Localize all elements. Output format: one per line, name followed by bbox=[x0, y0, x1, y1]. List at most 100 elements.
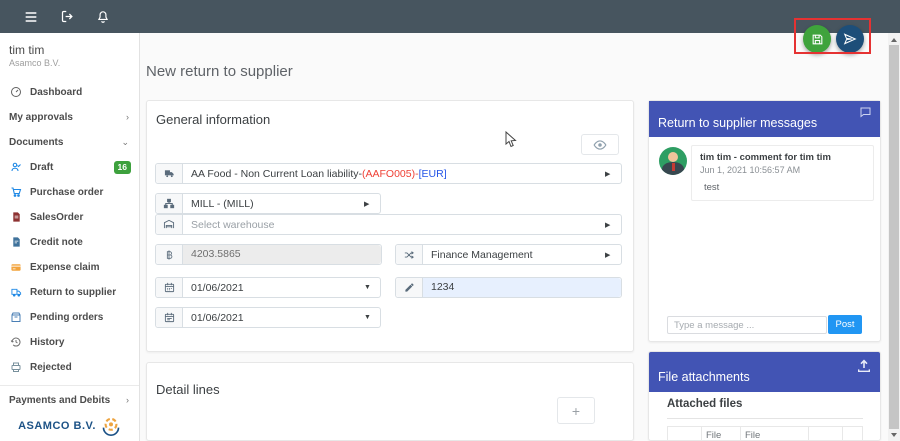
pending-orders-icon bbox=[9, 310, 23, 324]
history-clock-icon bbox=[9, 335, 23, 349]
caret-right-icon: ▶ bbox=[605, 170, 621, 178]
add-detail-line-button[interactable]: + bbox=[557, 397, 595, 424]
save-button[interactable] bbox=[803, 25, 831, 53]
category-select[interactable]: Finance Management ▶ bbox=[395, 244, 622, 265]
notifications-button[interactable] bbox=[90, 4, 116, 30]
vertical-scrollbar[interactable] bbox=[888, 33, 900, 441]
supplier-select[interactable]: AA Food - Non Current Loan liability-(AA… bbox=[155, 163, 622, 184]
logout-button[interactable] bbox=[54, 4, 80, 30]
warehouse-icon bbox=[156, 215, 183, 234]
company-logo-text: ASAMCO B.V. bbox=[18, 420, 96, 432]
sidebar-item-label: Draft bbox=[30, 162, 53, 173]
sidebar-item-purchase-order[interactable]: Purchase order bbox=[0, 181, 139, 203]
caret-right-icon: ▶ bbox=[605, 221, 621, 229]
message-input[interactable] bbox=[667, 316, 827, 334]
scroll-up-arrow-icon[interactable] bbox=[891, 38, 897, 42]
due-date-value: 01/06/2021 bbox=[183, 312, 364, 324]
department-select[interactable]: MILL - (MILL) ▶ bbox=[155, 193, 381, 214]
sales-document-icon bbox=[9, 210, 23, 224]
divider bbox=[667, 418, 863, 419]
caret-down-icon: ▼ bbox=[364, 314, 380, 321]
sidebar-item-label: Expense claim bbox=[30, 262, 99, 273]
caret-right-icon: ▶ bbox=[364, 200, 380, 208]
upload-icon[interactable] bbox=[856, 358, 872, 374]
messages-panel: Return to supplier messages tim tim - co… bbox=[648, 100, 881, 342]
company-logo-emblem-icon bbox=[101, 416, 121, 436]
detail-lines-title: Detail lines bbox=[156, 382, 220, 397]
post-button[interactable]: Post bbox=[828, 315, 862, 334]
sidebar-item-label: Rejected bbox=[30, 362, 72, 373]
save-disk-icon bbox=[811, 33, 824, 46]
table-header-cell: File bbox=[741, 426, 809, 441]
sidebar-item-label: History bbox=[30, 337, 64, 348]
sidebar-item-documents[interactable]: Documents ⌄ bbox=[0, 131, 139, 153]
table-header-cell bbox=[843, 426, 863, 441]
preview-button[interactable] bbox=[581, 134, 619, 155]
rejected-icon bbox=[9, 360, 23, 374]
caret-down-icon: ▼ bbox=[364, 284, 380, 291]
sidebar-item-rejected[interactable]: Rejected bbox=[0, 356, 139, 378]
general-information-card: General information AA Food - Non Curren… bbox=[146, 100, 634, 352]
sidebar-item-label: Documents bbox=[9, 137, 63, 148]
sidebar-item-payments-and-debits[interactable]: Payments and Debits › bbox=[0, 389, 139, 411]
sidebar-item-return-to-supplier[interactable]: Return to supplier bbox=[0, 281, 139, 303]
sidebar-item-my-approvals[interactable]: My approvals › bbox=[0, 106, 139, 128]
company-logo: ASAMCO B.V. bbox=[0, 411, 139, 441]
general-information-title: General information bbox=[156, 112, 270, 127]
person-draft-icon bbox=[9, 160, 23, 174]
detail-lines-card: Detail lines + bbox=[146, 362, 634, 441]
document-date-picker[interactable]: 01/06/2021 ▼ bbox=[155, 277, 381, 298]
cart-icon bbox=[9, 185, 23, 199]
file-attachments-panel: File attachments Attached files File Fil… bbox=[648, 351, 881, 441]
comment-title: tim tim - comment for tim tim bbox=[700, 152, 865, 163]
warehouse-select[interactable]: Select warehouse ▶ bbox=[155, 214, 622, 235]
file-attachments-title: File attachments bbox=[658, 370, 750, 384]
user-name: tim tim bbox=[9, 43, 44, 57]
reference-value: 1234 bbox=[423, 278, 621, 297]
sidebar-item-label: Payments and Debits bbox=[9, 395, 110, 406]
messages-panel-header: Return to supplier messages bbox=[649, 101, 880, 137]
sidebar-item-salesorder[interactable]: SalesOrder bbox=[0, 206, 139, 228]
supplier-value: AA Food - Non Current Loan liability-(AA… bbox=[183, 168, 605, 180]
shuffle-icon bbox=[396, 245, 423, 264]
currency-baht-icon bbox=[156, 245, 183, 264]
sidebar-item-draft[interactable]: Draft 16 bbox=[0, 156, 139, 178]
sidebar-item-pending-orders[interactable]: Pending orders bbox=[0, 306, 139, 328]
department-value: MILL - (MILL) bbox=[183, 198, 364, 210]
truck-icon bbox=[9, 285, 23, 299]
chat-bubble-icon[interactable] bbox=[859, 106, 872, 118]
avatar bbox=[659, 147, 687, 175]
sidebar-item-dashboard[interactable]: Dashboard bbox=[0, 81, 139, 103]
scrollbar-thumb[interactable] bbox=[889, 45, 899, 429]
chevron-right-icon: › bbox=[126, 112, 129, 122]
hamburger-icon bbox=[23, 9, 39, 25]
scroll-down-arrow-icon[interactable] bbox=[891, 433, 897, 437]
reference-input[interactable]: 1234 bbox=[395, 277, 622, 298]
logout-icon bbox=[60, 9, 75, 24]
sidebar-item-label: Dashboard bbox=[30, 87, 82, 98]
calendar-icon bbox=[156, 308, 183, 327]
sidebar-item-expense-claim[interactable]: Expense claim bbox=[0, 256, 139, 278]
comment-body: test bbox=[700, 182, 865, 193]
send-button[interactable] bbox=[836, 25, 864, 53]
attached-files-table: File File bbox=[667, 426, 863, 441]
sitemap-icon bbox=[156, 194, 183, 213]
comment-timestamp: Jun 1, 2021 10:56:57 AM bbox=[700, 165, 865, 175]
credit-note-icon bbox=[9, 235, 23, 249]
bell-icon bbox=[96, 9, 110, 24]
draft-count-badge: 16 bbox=[114, 161, 131, 174]
expense-card-icon bbox=[9, 260, 23, 274]
table-header-cell: File bbox=[702, 426, 741, 441]
file-attachments-header: File attachments bbox=[649, 352, 880, 392]
top-bar bbox=[0, 0, 900, 33]
menu-button[interactable] bbox=[18, 4, 44, 30]
chevron-right-icon: › bbox=[126, 395, 129, 405]
chevron-down-icon: ⌄ bbox=[121, 137, 129, 148]
sidebar-item-label: Purchase order bbox=[30, 187, 103, 198]
sidebar-item-credit-note[interactable]: Credit note bbox=[0, 231, 139, 253]
due-date-picker[interactable]: 01/06/2021 ▼ bbox=[155, 307, 381, 328]
sidebar-item-label: Credit note bbox=[30, 237, 83, 248]
sidebar-item-history[interactable]: History bbox=[0, 331, 139, 353]
table-header-cell bbox=[809, 426, 843, 441]
attached-files-heading: Attached files bbox=[667, 398, 742, 410]
